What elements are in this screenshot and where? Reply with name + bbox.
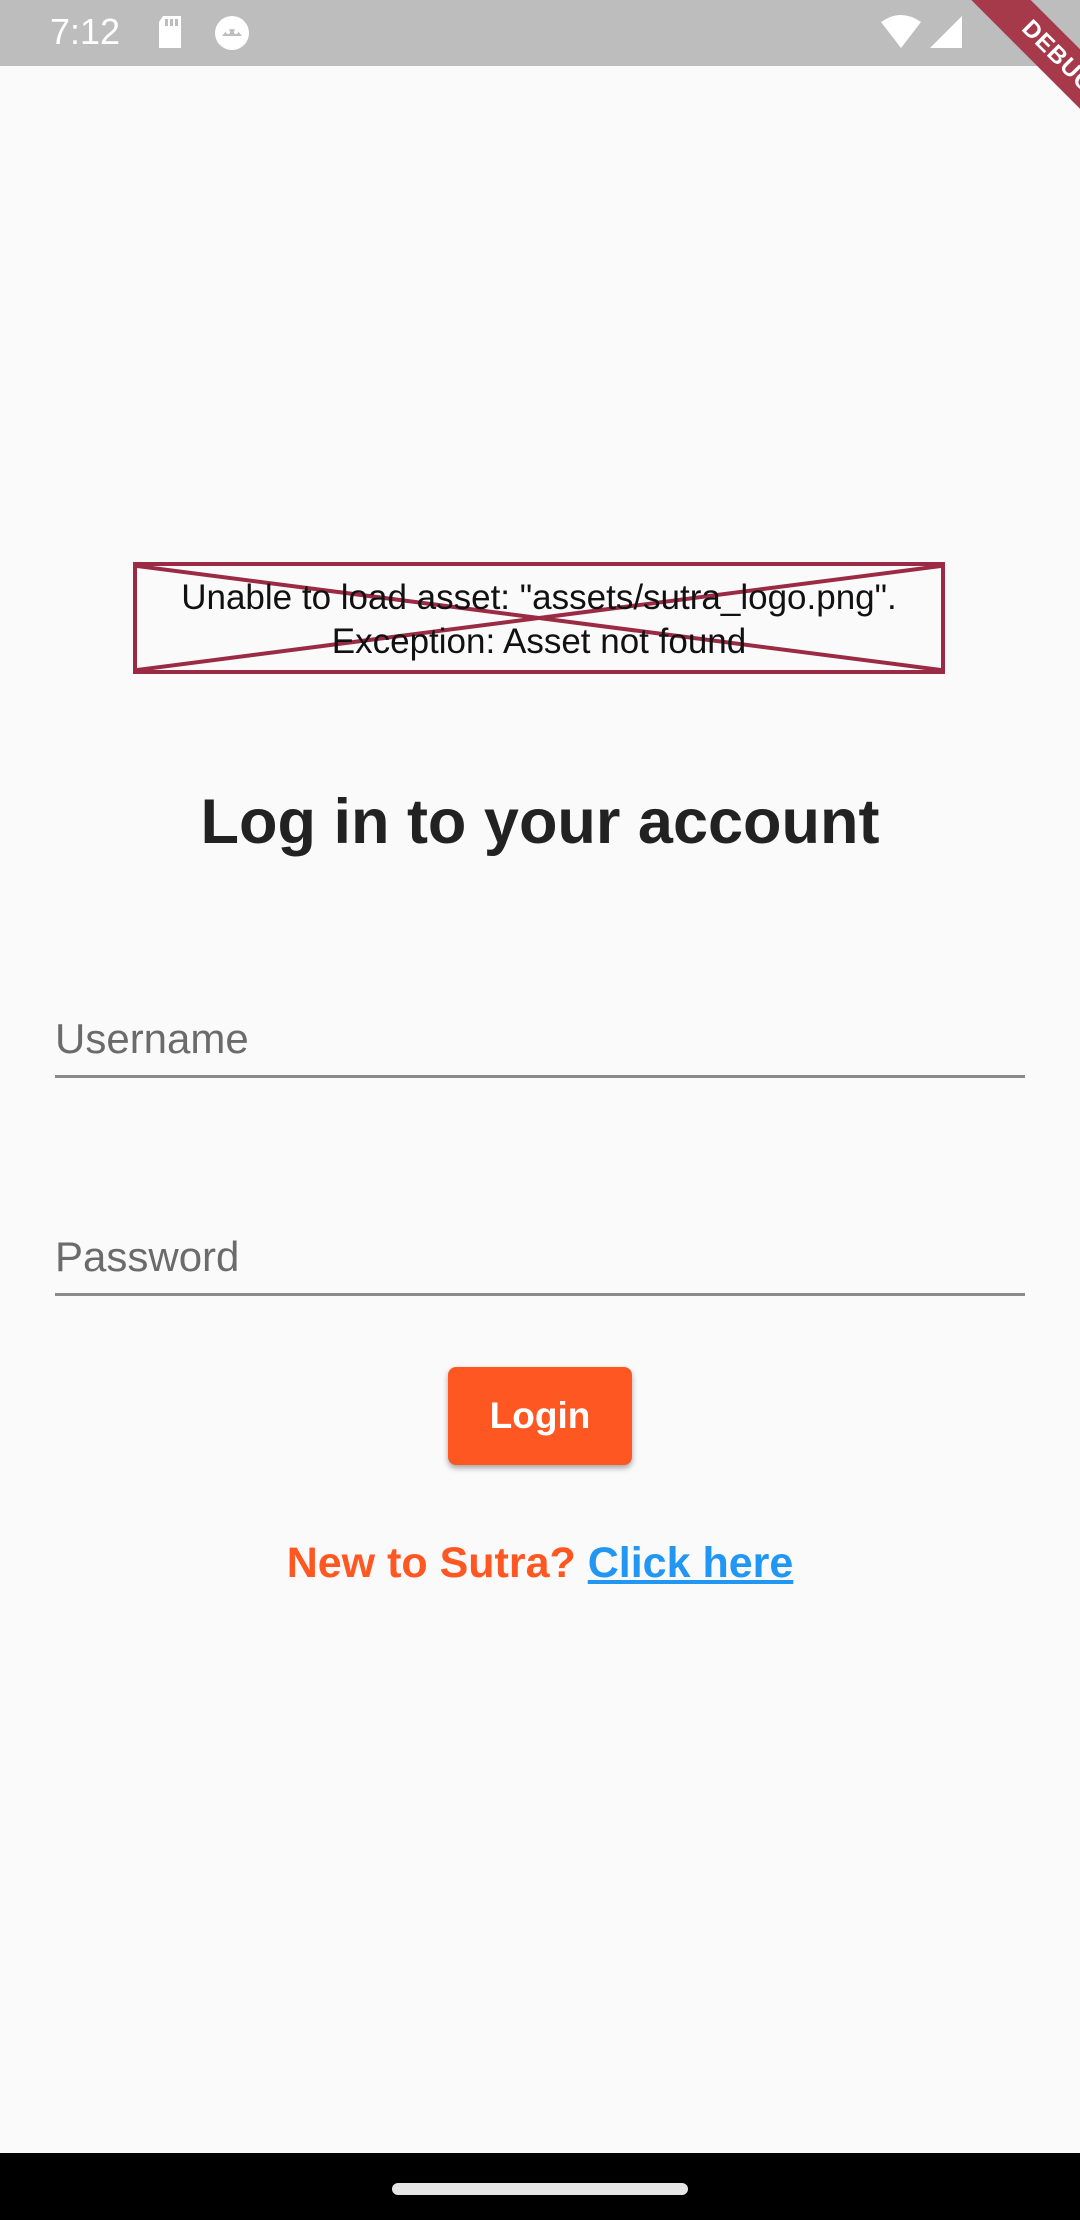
logo-error-line2: Exception: Asset not found	[331, 622, 747, 661]
status-bar: 7:12	[0, 0, 1080, 66]
logo-error-placeholder: Unable to load asset: "assets/sutra_logo…	[133, 562, 945, 674]
logo-error-message: Unable to load asset: "assets/sutra_logo…	[137, 576, 941, 664]
password-field-container	[55, 1186, 1025, 1296]
username-field-container	[55, 968, 1025, 1078]
status-time: 7:12	[50, 11, 121, 52]
signup-link[interactable]: Click here	[588, 1539, 794, 1587]
signup-prompt: New to Sutra? Click here	[0, 1533, 1080, 1593]
android-debug-icon	[213, 14, 251, 57]
sd-card-icon	[155, 14, 185, 55]
logo-error-line1: Unable to load asset: "assets/sutra_logo…	[181, 578, 897, 617]
wifi-icon	[880, 14, 922, 55]
signup-prefix-text: New to Sutra?	[286, 1539, 576, 1587]
page-title: Log in to your account	[200, 787, 880, 857]
login-button[interactable]: Login	[448, 1367, 632, 1465]
password-field[interactable]	[55, 1186, 1025, 1293]
cell-signal-icon	[928, 14, 964, 55]
username-field[interactable]	[55, 968, 1025, 1075]
home-gesture-handle[interactable]	[392, 2183, 688, 2195]
